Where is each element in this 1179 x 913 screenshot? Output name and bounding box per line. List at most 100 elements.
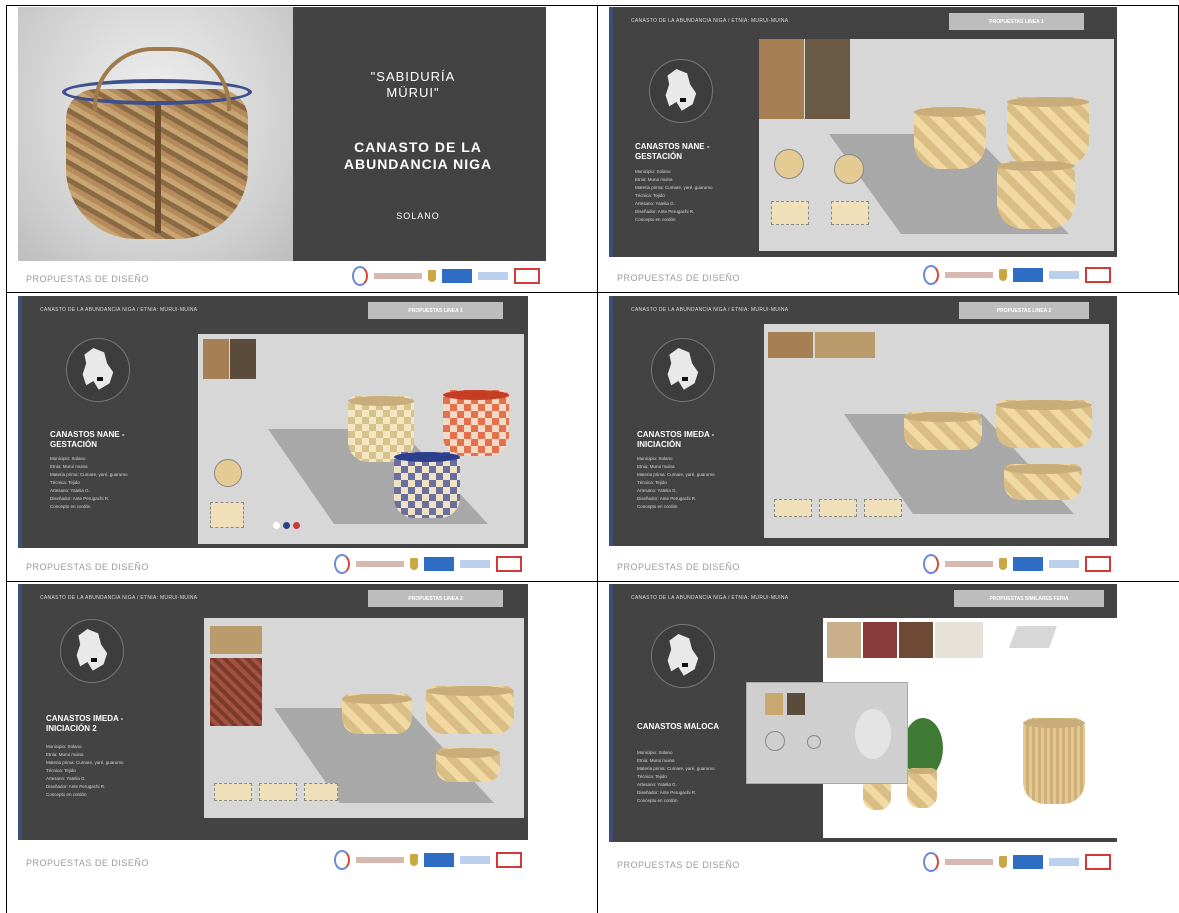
section-title: CANASTOS IMEDA - INICIACIÓN 2: [46, 714, 124, 733]
accent-bar: [609, 584, 613, 842]
info-line: Concepto en cordón: [637, 798, 678, 803]
red-logo-icon: [1085, 556, 1111, 572]
sketch-elevation: [864, 499, 902, 517]
ministry-logo-icon: [424, 853, 454, 867]
slide-header: CANASTO DE LA ABUNDANCIA NIGA / ETNIA: M…: [40, 307, 198, 313]
artesanias-wordmark: [945, 272, 993, 278]
slide-nane-1: CANASTO DE LA ABUNDANCIA NIGA / ETNIA: M…: [609, 7, 1117, 289]
info-line: Técnica: Tejido: [46, 768, 76, 773]
colombia-shield-icon: [999, 269, 1007, 281]
sketch-elevation: [259, 783, 297, 801]
render-canvas: [759, 39, 1114, 251]
slide-footer: PROPUESTAS DE DISEÑO: [609, 548, 1117, 578]
line-button: PROPUESTAS LINEA 2: [368, 590, 503, 607]
slide-footer: PROPUESTAS DE DISEÑO: [18, 548, 528, 578]
reference-photo: [203, 339, 229, 379]
info-line: Concepto en cordón: [637, 504, 678, 509]
footer-logos: [923, 265, 1111, 285]
table-border-middle: [597, 5, 598, 913]
slide-body: CANASTO DE LA ABUNDANCIA NIGA / ETNIA: M…: [18, 584, 528, 840]
info-line: Concepto en cordón: [635, 217, 676, 222]
info-line: Diseñador: Ante Perugachi R.: [637, 790, 697, 795]
footer-logos: [334, 850, 522, 870]
info-line: Concepto en cordón: [50, 504, 91, 509]
footer-label: PROPUESTAS DE DISEÑO: [617, 273, 740, 283]
sketch-elevation: [214, 783, 252, 801]
colombia-shield-icon: [410, 854, 418, 866]
basket-photo: [18, 7, 293, 261]
slide-footer: PROPUESTAS DE DISEÑO: [18, 261, 546, 290]
color-swatch-white: [273, 522, 280, 529]
info-line: Artesano: Yatelia G.: [46, 776, 86, 781]
sketch-circle: [765, 731, 785, 751]
document-table: "SABIDURÍA MÜRUI" CANASTO DE LA ABUNDANC…: [0, 0, 1179, 913]
info-line: Diseñador: Ante Perugachi R.: [635, 209, 695, 214]
reference-photo: [787, 693, 805, 715]
slide-nane-2: CANASTO DE LA ABUNDANCIA NIGA / ETNIA: M…: [18, 296, 528, 578]
ministry-text: [1049, 858, 1079, 866]
reference-photo: [935, 622, 983, 658]
slide-body: CANASTO DE LA ABUNDANCIA NIGA / ETNIA: M…: [609, 584, 1117, 842]
basket-render: [914, 107, 986, 169]
info-line: Materia prima: Cumare, yaré, guarumo: [635, 185, 713, 190]
footer-logos: [334, 554, 522, 574]
slide-footer: PROPUESTAS DE DISEÑO: [18, 840, 528, 874]
red-logo-icon: [514, 268, 540, 284]
artesanias-wordmark: [945, 561, 993, 567]
info-line: Materia prima: Cumare, yaré, guarumo: [46, 760, 124, 765]
sketch-circle: [807, 735, 821, 749]
artesanias-wordmark: [374, 273, 422, 279]
ministry-logo-icon: [1013, 557, 1043, 571]
slide-header: CANASTO DE LA ABUNDANCIA NIGA / ETNIA: M…: [631, 595, 789, 601]
info-line: Artesano: Yatelia G.: [637, 782, 677, 787]
info-line: Etnia: Murui muina: [46, 752, 84, 757]
section-title: CANASTOS NANE - GESTACIÓN: [50, 430, 125, 449]
info-line: Etnia: Murui muina: [637, 464, 675, 469]
colombia-shield-icon: [999, 856, 1007, 868]
footer-logos: [923, 852, 1111, 872]
table-border-row1: [6, 292, 1179, 293]
cover-author: SOLANO: [396, 211, 440, 221]
line-button: PROPUESTAS LINEA 2: [959, 302, 1089, 319]
slide-maloca: CANASTO DE LA ABUNDANCIA NIGA / ETNIA: M…: [609, 584, 1117, 876]
cover-title-1: "SABIDURÍA MÜRUI": [370, 69, 456, 100]
artesanias-wordmark: [356, 857, 404, 863]
colombia-map-icon: [651, 624, 715, 688]
color-swatch-red: [293, 522, 300, 529]
basket-render: [904, 412, 982, 450]
render-canvas: [204, 618, 524, 818]
info-line: Artesano: Yatelia G.: [635, 201, 675, 206]
artesanias-logo-icon: [352, 266, 368, 286]
colombia-map-icon: [651, 338, 715, 402]
reference-photo: [768, 332, 813, 358]
footer-label: PROPUESTAS DE DISEÑO: [617, 562, 740, 572]
slide-header: CANASTO DE LA ABUNDANCIA NIGA / ETNIA: M…: [631, 18, 789, 24]
slide-footer: PROPUESTAS DE DISEÑO: [609, 259, 1117, 289]
info-line: Materia prima: Cumare, yaré, guarumo: [637, 766, 715, 771]
accent-bar: [18, 296, 22, 548]
ministry-logo-icon: [424, 557, 454, 571]
sketch-elevation: [304, 783, 338, 801]
info-line: Artesano: Yatelia G.: [50, 488, 90, 493]
red-logo-icon: [1085, 854, 1111, 870]
sketch-circle: [214, 459, 242, 487]
basket-render: [436, 748, 500, 782]
info-line: Municipio: Solano: [637, 456, 673, 461]
reference-photo: [805, 39, 850, 119]
basket-render: [996, 400, 1092, 448]
render-canvas: [764, 324, 1109, 538]
render-canvas: [198, 334, 524, 544]
info-line: Materia prima: Cumare, yaré, guarumo: [50, 472, 128, 477]
info-line: Concepto en cordón: [46, 792, 87, 797]
basket-render-large: [1023, 718, 1085, 804]
section-title: CANASTOS IMEDA - INICIACIÓN: [637, 430, 715, 449]
info-line: Técnica: Tejido: [50, 480, 80, 485]
slide-body: CANASTO DE LA ABUNDANCIA NIGA / ETNIA: M…: [609, 7, 1117, 257]
reference-photo: [815, 332, 875, 358]
reference-photo: [210, 626, 262, 654]
reference-photo: [899, 622, 933, 658]
colombia-shield-icon: [428, 270, 436, 282]
red-logo-icon: [496, 556, 522, 572]
colombia-shield-icon: [999, 558, 1007, 570]
accent-bar: [609, 296, 613, 546]
